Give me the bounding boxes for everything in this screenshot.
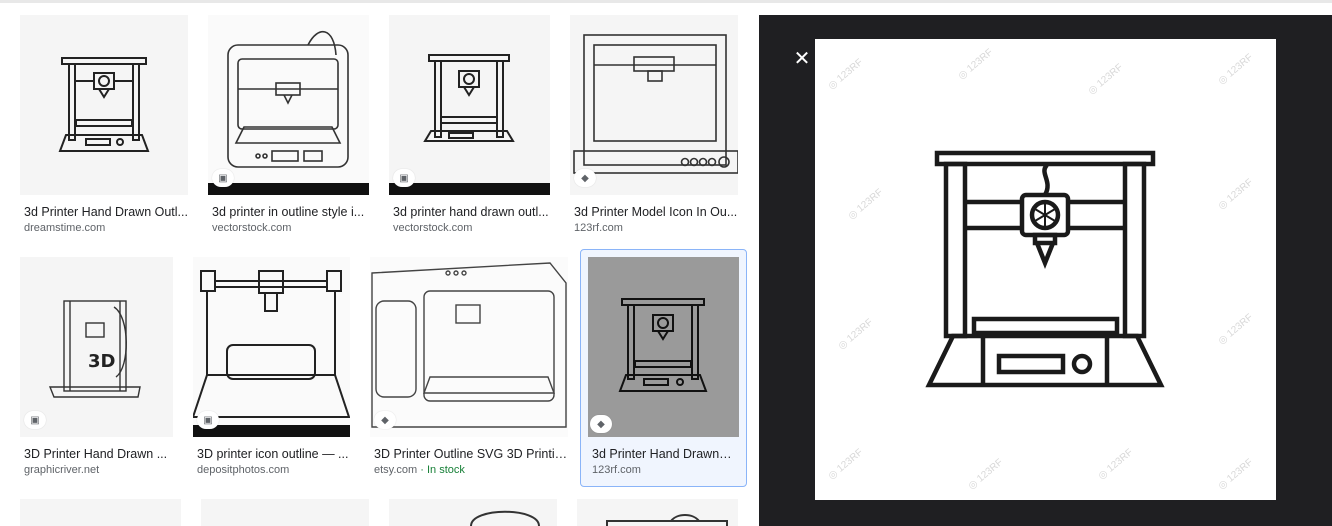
result-title[interactable]: 3D printer icon outline — ... [197, 447, 350, 461]
result-site: depositphotos.com [197, 464, 290, 476]
result-title[interactable]: 3d printer in outline style i... [212, 205, 369, 219]
printer-image [58, 57, 150, 152]
result-thumbnail[interactable]: ◆ [588, 257, 739, 437]
printer-image [371, 262, 567, 428]
result-thumbnail[interactable]: ▣ [208, 15, 369, 195]
result-thumbnail[interactable]: 3D ▣ [20, 257, 173, 437]
top-divider [0, 0, 1332, 3]
printer-image [193, 270, 350, 437]
printer-image [573, 34, 738, 174]
result-card[interactable]: 3D ▣ 3D Printer Hand Drawn ... graphicri… [20, 257, 173, 479]
printer-image [389, 54, 550, 195]
result-card[interactable]: 3d Printer Hand Drawn Outl... dreamstime… [20, 15, 188, 237]
close-icon[interactable]: ✕ [791, 48, 813, 70]
result-card[interactable]: ▣ 3D printer icon outline — ... depositp… [193, 257, 350, 479]
tag-icon: ◆ [590, 415, 612, 433]
stock-status: · In stock [420, 464, 465, 476]
printer-image [606, 514, 728, 526]
preview-image[interactable]: ◎ 123RF ◎ 123RF ◎ 123RF ◎ 123RF ◎ 123RF … [815, 39, 1276, 500]
result-title[interactable]: 3d printer hand drawn outl... [393, 205, 550, 219]
image-icon: ▣ [24, 411, 46, 429]
printer-image [925, 150, 1165, 388]
printer-image [618, 298, 708, 392]
result-site: dreamstime.com [24, 222, 106, 234]
result-site: 123rf.com [574, 222, 623, 234]
result-title[interactable]: 3D Printer Outline SVG 3D Printin... [374, 447, 568, 461]
result-thumbnail[interactable]: ◆ [370, 257, 568, 437]
result-thumbnail[interactable] [389, 499, 557, 526]
result-card[interactable]: ▣ 3d printer in outline style i... vecto… [208, 15, 369, 237]
result-thumbnail[interactable] [577, 499, 738, 526]
image-icon: ▣ [212, 169, 234, 187]
result-site: vectorstock.com [212, 222, 292, 234]
result-site-name: etsy.com [374, 464, 418, 476]
result-thumbnail[interactable]: ▣ [193, 257, 350, 437]
tag-icon: ◆ [574, 169, 596, 187]
result-site: vectorstock.com [393, 222, 473, 234]
result-title[interactable]: 3d Printer Hand Drawn ... [592, 447, 732, 461]
tag-icon: ◆ [374, 411, 396, 429]
printer-image: 3D [48, 300, 141, 398]
result-card-selected[interactable]: ◆ 3d Printer Hand Drawn ... 123rf.com [580, 249, 747, 487]
result-title[interactable]: 3d Printer Model Icon In Ou... [574, 205, 738, 219]
printer-image [470, 510, 540, 526]
printer-image [208, 30, 369, 195]
result-title[interactable]: 3D Printer Hand Drawn ... [24, 447, 173, 461]
result-site: graphicriver.net [24, 464, 100, 476]
image-icon: ▣ [393, 169, 415, 187]
result-site: etsy.com · In stock [374, 464, 465, 476]
result-card[interactable]: ▣ 3d printer hand drawn outl... vectorst… [389, 15, 550, 237]
result-thumbnail[interactable] [20, 499, 181, 526]
result-card[interactable]: ◆ 3D Printer Outline SVG 3D Printin... e… [370, 257, 568, 479]
image-viewer-panel: ✕ ◎ 123RF ◎ 123RF ◎ 123RF ◎ 123RF ◎ 123R… [759, 15, 1332, 526]
image-icon: ▣ [197, 411, 219, 429]
result-card[interactable]: ◆ 3d Printer Model Icon In Ou... 123rf.c… [570, 15, 738, 237]
svg-text:3D: 3D [88, 351, 115, 372]
result-thumbnail[interactable]: ◆ [570, 15, 738, 195]
result-title[interactable]: 3d Printer Hand Drawn Outl... [24, 205, 188, 219]
result-site: 123rf.com [592, 464, 641, 476]
result-thumbnail[interactable] [20, 15, 188, 195]
result-thumbnail[interactable]: ▣ [389, 15, 550, 195]
result-thumbnail[interactable] [201, 499, 369, 526]
